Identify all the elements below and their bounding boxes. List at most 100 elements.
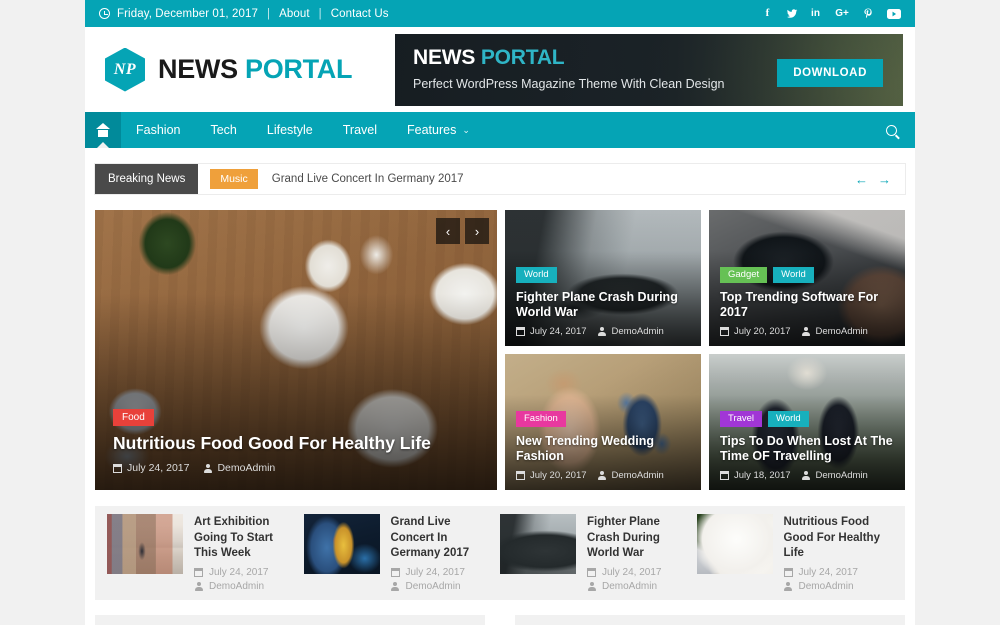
calendar-icon [113,463,122,473]
main-content: Breaking News Music Grand Live Concert I… [85,148,915,625]
list-item[interactable]: Grand Live Concert In Germany 2017 July … [303,514,501,592]
category-badge-world[interactable]: World [768,410,809,427]
post-title[interactable]: Fighter Plane Crash During World War [587,515,687,562]
site-title-first: NEWS [158,54,238,84]
card-title[interactable]: Fighter Plane Crash During World War [516,290,690,321]
post-date-text: July 24, 2017 [530,326,587,337]
post-title[interactable]: Nutritious Food Good For Healthy Life [784,515,884,562]
post-date-text: July 24, 2017 [798,566,859,578]
nav-item-home[interactable] [85,112,121,148]
googleplus-icon[interactable]: G+ [833,7,851,20]
post-author-text: DemoAdmin [798,580,854,592]
next-section-left-peek [95,615,485,625]
logo-hexagon-icon: NP [105,47,145,92]
logo-mark-text: NP [113,60,137,78]
breaking-news-category-badge[interactable]: Music [210,169,258,189]
user-icon [587,581,596,591]
slider-next-button[interactable]: › [465,218,489,244]
post-author: DemoAdmin [598,326,664,337]
slider-controls: ‹ › [436,218,489,244]
post-date-text: July 24, 2017 [127,462,190,474]
nav-item-travel[interactable]: Travel [328,112,392,148]
nav-item-tech[interactable]: Tech [195,112,251,148]
post-date-text: July 24, 2017 [405,566,466,578]
breaking-next-arrow-icon[interactable]: → [878,172,891,187]
category-badge-gadget[interactable]: Gadget [720,266,768,283]
card-body: World Fighter Plane Crash During World W… [505,266,701,347]
post-author-text: DemoAdmin [611,470,664,481]
post-date: July 20, 2017 [516,470,587,481]
calendar-icon [783,567,793,577]
category-badge-food[interactable]: Food [113,408,154,426]
list-item[interactable]: Nutritious Food Good For Healthy Life Ju… [696,514,894,592]
post-meta: July 24, 2017 DemoAdmin [390,566,491,592]
ad-download-button[interactable]: DOWNLOAD [777,58,883,87]
post-date: July 24, 2017 [587,567,687,578]
top-bar-left: Friday, December 01, 2017 | About | Cont… [99,8,389,20]
linkedin-icon[interactable]: in [809,7,822,20]
facebook-icon[interactable]: f [761,7,774,20]
post-thumbnail [696,514,773,575]
slider-prev-button[interactable]: ‹ [436,218,460,244]
category-badge-fashion[interactable]: Fashion [516,410,566,427]
featured-card-new-trending-wedding-fashion[interactable]: Fashion New Trending Wedding Fashion Jul… [505,354,701,490]
user-icon [203,463,212,473]
topbar-link-about[interactable]: About [279,8,310,20]
card-body: Gadget World Top Trending Software For 2… [709,266,905,347]
header-ad-banner[interactable]: NEWS PORTAL Perfect WordPress Magazine T… [395,33,903,106]
pinterest-icon[interactable] [862,7,875,20]
user-icon [598,471,607,480]
card-title[interactable]: Top Trending Software For 2017 [720,290,894,321]
category-badge-travel[interactable]: Travel [720,410,763,427]
next-section-right-peek [515,615,905,625]
post-author: DemoAdmin [784,581,884,592]
featured-card-tips-to-do-when-lost[interactable]: Travel World Tips To Do When Lost At The… [709,354,905,490]
calendar-icon [390,567,400,577]
nav-item-features[interactable]: Features ⌄ [392,112,485,148]
twitter-icon[interactable] [785,7,798,20]
breaking-prev-arrow-icon[interactable]: ← [855,172,868,187]
breaking-news-headline[interactable]: Grand Live Concert In Germany 2017 [258,164,464,194]
site-logo[interactable]: NP NEWS PORTAL [105,47,353,92]
post-date: July 24, 2017 [390,566,491,578]
social-links: f in G+ [761,7,901,20]
post-title[interactable]: Art Exhibition Going To Start This Week [194,515,294,562]
nav-label: Fashion [136,123,181,137]
youtube-icon[interactable] [886,7,901,20]
site-title-second: PORTAL [237,54,353,84]
featured-slider-card[interactable]: ‹ › Food Nutritious Food Good For Health… [95,210,497,490]
user-icon [784,581,793,591]
clock-icon [99,8,110,19]
featured-card-top-trending-software[interactable]: Gadget World Top Trending Software For 2… [709,210,905,346]
nav-search-button[interactable] [868,112,915,148]
ad-title-first: NEWS [413,45,476,69]
topbar-link-contact-us[interactable]: Contact Us [331,8,389,20]
category-badge-world[interactable]: World [773,266,814,283]
featured-slider-body: Food Nutritious Food Good For Healthy Li… [95,408,497,490]
card-title[interactable]: Tips To Do When Lost At The Time OF Trav… [720,434,894,465]
nav-item-lifestyle[interactable]: Lifestyle [252,112,328,148]
nav-item-fashion[interactable]: Fashion [121,112,195,148]
user-icon [802,327,811,336]
breaking-news-label: Breaking News [95,164,199,194]
list-item[interactable]: Art Exhibition Going To Start This Week … [107,514,304,592]
featured-card-fighter-plane-crash[interactable]: World Fighter Plane Crash During World W… [505,210,701,346]
post-author-text: DemoAdmin [815,326,868,337]
list-item[interactable]: Fighter Plane Crash During World War Jul… [500,514,697,592]
separator: | [318,7,322,20]
post-date-text: July 18, 2017 [734,470,791,481]
featured-slider-title[interactable]: Nutritious Food Good For Healthy Life [113,433,479,454]
post-author: DemoAdmin [194,581,294,592]
post-meta: July 24, 2017 DemoAdmin [587,567,687,592]
category-badge-world[interactable]: World [516,266,557,283]
post-date: July 18, 2017 [720,470,791,481]
post-title[interactable]: Grand Live Concert In Germany 2017 [391,515,491,562]
post-author: DemoAdmin [391,581,491,592]
breaking-news-bar: Breaking News Music Grand Live Concert I… [95,164,905,194]
post-author: DemoAdmin [802,470,868,481]
post-date-text: July 20, 2017 [734,326,791,337]
recent-posts-row: Art Exhibition Going To Start This Week … [95,506,905,600]
post-author-text: DemoAdmin [405,580,461,592]
site-header: NP NEWS PORTAL NEWS PORTAL Perfect WordP… [85,27,915,112]
card-title[interactable]: New Trending Wedding Fashion [516,434,690,465]
